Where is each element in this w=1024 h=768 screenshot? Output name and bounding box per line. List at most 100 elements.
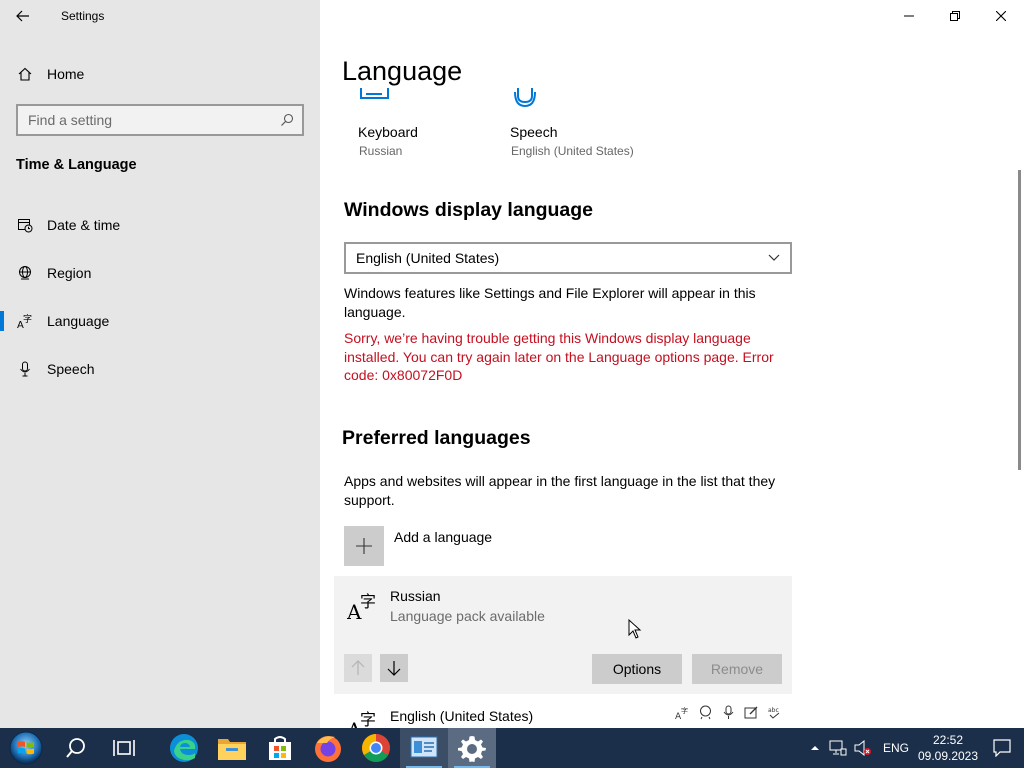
main-content: Language Keyboard Russian Speech English… bbox=[320, 0, 1024, 728]
display-language-dropdown[interactable]: English (United States) bbox=[344, 242, 792, 274]
language-name: English (United States) bbox=[390, 708, 534, 724]
move-up-button[interactable] bbox=[344, 654, 372, 682]
display-language-description: Windows features like Settings and File … bbox=[344, 285, 756, 320]
firefox-button[interactable] bbox=[304, 728, 352, 768]
spellcheck-icon: abc bbox=[766, 704, 783, 721]
preferred-languages-description: Apps and websites will appear in the fir… bbox=[344, 473, 776, 508]
start-icon bbox=[9, 731, 43, 765]
system-tray: ENG 22:52 09.09.2023 bbox=[804, 728, 1024, 768]
settings-icon bbox=[458, 736, 486, 762]
action-center-button[interactable] bbox=[980, 728, 1024, 768]
clock-date: 09.09.2023 bbox=[917, 749, 979, 763]
date-time-icon bbox=[17, 217, 33, 233]
section-heading: Time & Language bbox=[16, 157, 137, 173]
edge-icon bbox=[170, 734, 198, 762]
plus-icon bbox=[344, 526, 384, 566]
sidebar-item-home[interactable]: Home bbox=[0, 56, 320, 92]
store-icon bbox=[269, 736, 291, 760]
settings-taskbar-button[interactable] bbox=[448, 728, 496, 768]
volume-muted-icon[interactable] bbox=[850, 728, 876, 768]
control-panel-button[interactable] bbox=[400, 728, 448, 768]
add-language-label: Add a language bbox=[394, 529, 493, 545]
chevron-down-icon bbox=[768, 254, 780, 261]
search-box[interactable] bbox=[16, 104, 304, 136]
minimize-icon bbox=[904, 15, 914, 17]
sidebar-item-language[interactable]: A字 Language bbox=[0, 301, 320, 341]
language-item-english[interactable]: A字 English (United States) A字 abc bbox=[334, 700, 792, 728]
window-controls bbox=[886, 0, 1024, 32]
chevron-up-icon bbox=[811, 746, 819, 750]
sidebar-item-label: Home bbox=[47, 66, 85, 82]
svg-text:字: 字 bbox=[681, 706, 688, 715]
preferred-languages-heading: Preferred languages bbox=[342, 427, 531, 449]
remove-button[interactable]: Remove bbox=[692, 654, 782, 684]
chrome-button[interactable] bbox=[352, 728, 400, 768]
region-icon bbox=[17, 265, 33, 281]
close-button[interactable] bbox=[978, 0, 1024, 32]
sidebar-item-region[interactable]: Region bbox=[0, 253, 320, 293]
handwriting-icon bbox=[743, 704, 760, 721]
input-language-indicator[interactable]: ENG bbox=[876, 728, 916, 768]
start-button[interactable] bbox=[0, 728, 52, 768]
tile-title: Speech bbox=[510, 124, 558, 140]
sidebar-item-label: Region bbox=[47, 265, 92, 281]
tile-subtitle: English (United States) bbox=[511, 144, 634, 158]
clock[interactable]: 22:52 09.09.2023 bbox=[916, 728, 980, 768]
restore-button[interactable] bbox=[932, 0, 978, 32]
dropdown-selected-value: English (United States) bbox=[356, 250, 500, 266]
search-input[interactable] bbox=[18, 112, 276, 128]
restore-icon bbox=[950, 11, 960, 21]
search-icon[interactable] bbox=[276, 113, 298, 127]
minimize-button[interactable] bbox=[886, 0, 932, 32]
taskbar: ENG 22:52 09.09.2023 bbox=[0, 728, 1024, 768]
language-glyph-icon: A字 bbox=[347, 710, 376, 728]
search-taskbar-button[interactable] bbox=[52, 728, 100, 768]
display-language-error: Sorry, we’re having trouble getting this… bbox=[344, 330, 774, 383]
notifications-icon bbox=[993, 739, 1011, 757]
microphone-icon bbox=[720, 704, 737, 721]
file-explorer-button[interactable] bbox=[208, 728, 256, 768]
language-name: Russian bbox=[390, 588, 441, 604]
mouse-cursor-icon bbox=[628, 619, 642, 639]
sidebar-item-speech[interactable]: Speech bbox=[0, 349, 320, 389]
sidebar-item-label: Language bbox=[47, 313, 110, 329]
svg-text:abc: abc bbox=[768, 707, 779, 714]
display-language-icon: A字 bbox=[674, 704, 691, 721]
arrow-up-icon bbox=[351, 660, 365, 675]
svg-text:字: 字 bbox=[23, 313, 32, 325]
titlebar-left: Settings bbox=[0, 0, 320, 32]
add-language-button[interactable]: Add a language bbox=[344, 526, 492, 566]
sidebar-item-label: Speech bbox=[47, 361, 95, 377]
task-view-icon bbox=[113, 740, 135, 756]
sidebar: Settings Home Time & Language Date & tim… bbox=[0, 0, 320, 728]
close-icon bbox=[996, 11, 1006, 21]
store-button[interactable] bbox=[256, 728, 304, 768]
show-hidden-icons-button[interactable] bbox=[804, 728, 826, 768]
arrow-down-icon bbox=[387, 661, 401, 676]
back-arrow-icon bbox=[16, 10, 29, 22]
keyboard-icon bbox=[360, 88, 389, 99]
display-language-heading: Windows display language bbox=[344, 199, 594, 221]
task-view-button[interactable] bbox=[100, 728, 148, 768]
text-to-speech-icon bbox=[697, 704, 714, 721]
edge-button[interactable] bbox=[160, 728, 208, 768]
speech-icon bbox=[514, 88, 536, 108]
firefox-icon bbox=[315, 736, 341, 762]
options-button[interactable]: Options bbox=[592, 654, 682, 684]
file-explorer-icon bbox=[218, 739, 246, 760]
tile-subtitle: Russian bbox=[359, 144, 403, 158]
language-icon: A字 bbox=[17, 313, 33, 329]
app-title: Settings bbox=[61, 9, 105, 23]
control-panel-icon bbox=[410, 736, 438, 758]
home-icon bbox=[17, 66, 33, 82]
language-capabilities: A字 abc bbox=[674, 704, 783, 721]
scrollbar[interactable] bbox=[1018, 170, 1021, 470]
chrome-icon bbox=[362, 734, 390, 762]
move-down-button[interactable] bbox=[380, 654, 408, 682]
tile-title: Keyboard bbox=[358, 124, 418, 140]
language-item-russian[interactable]: A字 Russian Language pack available Optio… bbox=[334, 576, 792, 694]
network-icon[interactable] bbox=[826, 728, 850, 768]
sidebar-item-label: Date & time bbox=[47, 217, 121, 233]
back-button[interactable] bbox=[0, 0, 46, 32]
sidebar-item-date-time[interactable]: Date & time bbox=[0, 205, 320, 245]
